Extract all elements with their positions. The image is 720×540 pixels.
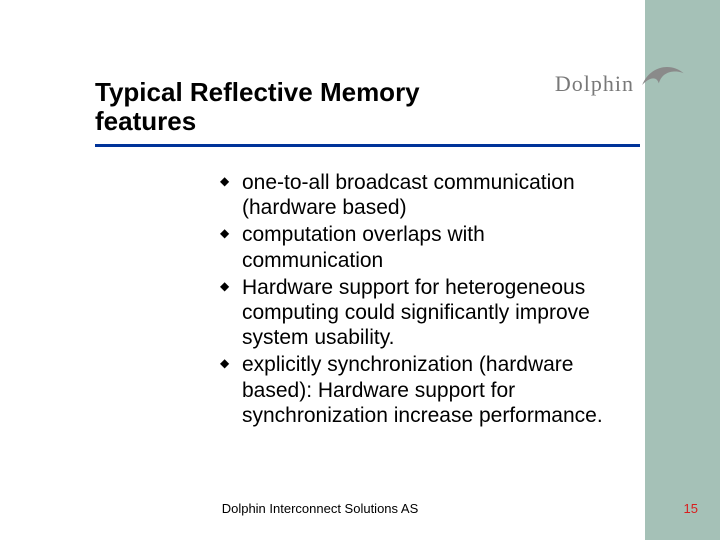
list-item: one-to-all broadcast communication (hard…	[220, 170, 620, 220]
list-item: explicitly synchronization (hardware bas…	[220, 352, 620, 428]
list-item: Hardware support for heterogeneous compu…	[220, 275, 620, 351]
slide-title-area: Typical Reflective Memory features	[95, 78, 435, 135]
bullet-text: Hardware support for heterogeneous compu…	[242, 276, 590, 349]
bullet-text: computation overlaps with communication	[242, 223, 485, 271]
bullet-text: one-to-all broadcast communication (hard…	[242, 171, 575, 219]
page-number: 15	[684, 501, 698, 516]
bullet-text: explicitly synchronization (hardware bas…	[242, 353, 603, 426]
brand-logo-text: Dolphin	[555, 71, 634, 97]
slide-title: Typical Reflective Memory features	[95, 78, 435, 135]
title-underline	[95, 144, 640, 147]
brand-logo: Dolphin	[555, 58, 688, 97]
footer-text: Dolphin Interconnect Solutions AS	[0, 501, 640, 516]
dolphin-icon	[638, 58, 688, 97]
list-item: computation overlaps with communication	[220, 222, 620, 272]
bullet-content: one-to-all broadcast communication (hard…	[220, 170, 620, 430]
bullet-list: one-to-all broadcast communication (hard…	[220, 170, 620, 428]
